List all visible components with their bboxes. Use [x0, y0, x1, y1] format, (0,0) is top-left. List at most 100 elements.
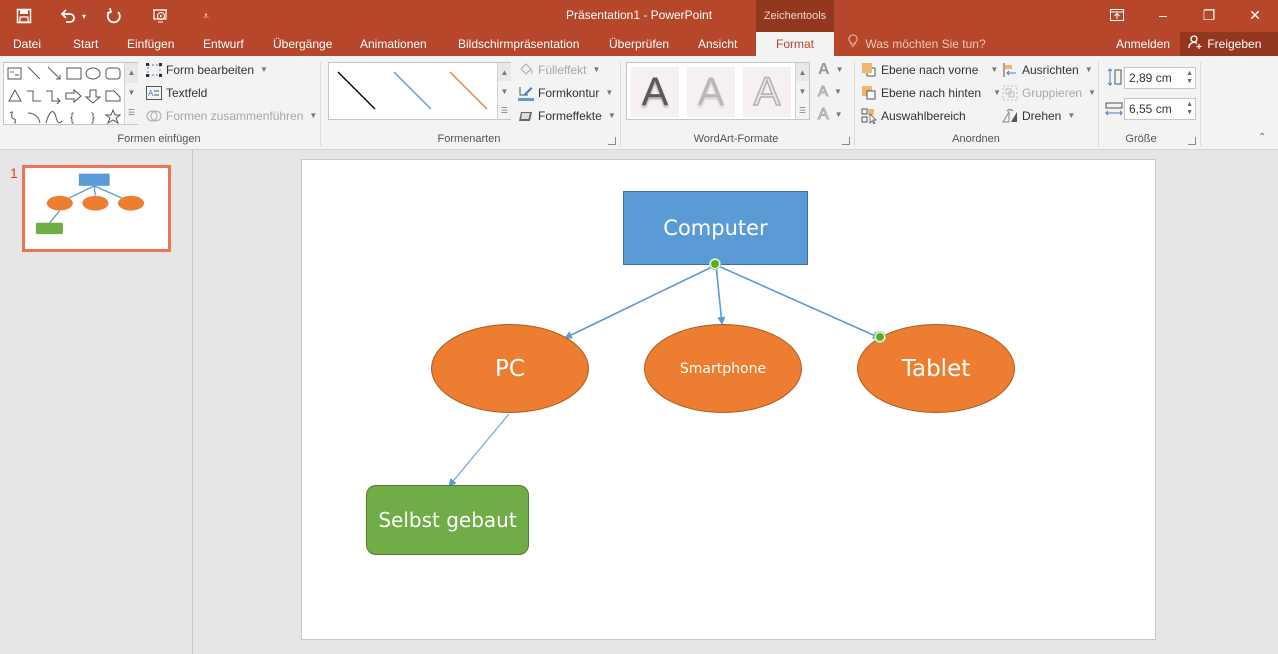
sign-in-link[interactable]: Anmelden — [1116, 32, 1170, 56]
shape-width-input[interactable]: 6,55 cm ▲ ▼ — [1124, 98, 1196, 120]
text-outline-button[interactable]: A ▼ — [817, 82, 841, 102]
ribbon-display-options-icon[interactable] — [1094, 0, 1140, 30]
tab-start[interactable]: Start — [73, 32, 98, 56]
spin-up-icon[interactable]: ▲ — [1186, 70, 1193, 78]
align-icon — [1002, 62, 1018, 78]
share-button[interactable]: Freigeben — [1180, 32, 1278, 56]
gallery-more-icon[interactable]: ☰ — [125, 103, 138, 123]
line-style-orange — [449, 71, 488, 110]
wordart-scrollbar[interactable]: ▲ ▼ ☰ — [795, 63, 809, 119]
tab-ueberpruefen[interactable]: Überprüfen — [609, 32, 669, 56]
wordart-style-light[interactable]: A — [687, 67, 735, 117]
spin-up-icon[interactable]: ▲ — [1186, 101, 1193, 109]
shape-height-input[interactable]: 2,89 cm ▲ ▼ — [1124, 67, 1196, 89]
send-backward-button[interactable]: Ebene nach hinten ▼ — [861, 83, 1001, 103]
shapes-gallery-scrollbar[interactable]: ▲ ▼ ☰ — [124, 63, 138, 124]
bring-forward-button[interactable]: Ebene nach vorne ▼ — [861, 60, 998, 80]
slide-thumbnail[interactable] — [22, 165, 171, 252]
edit-shape-button[interactable]: Form bearbeiten ▼ — [146, 60, 268, 80]
gallery-up-icon[interactable]: ▲ — [796, 63, 809, 81]
align-button[interactable]: Ausrichten ▼ — [1002, 60, 1093, 80]
group-label-wordart: WordArt-Formate — [693, 133, 779, 145]
chevron-down-icon: ▼ — [309, 111, 318, 120]
group-label-arrange: Anordnen — [952, 133, 1000, 145]
shapes-gallery[interactable]: { } ▲ ▼ ☰ — [3, 62, 138, 125]
svg-text:A: A — [148, 89, 154, 98]
connector-end-handle[interactable] — [875, 332, 885, 342]
node-tablet-label: Tablet — [901, 355, 971, 382]
shape-outline-button[interactable]: Formkontur ▼ — [518, 83, 613, 103]
tab-ansicht[interactable]: Ansicht — [698, 32, 737, 56]
slide-number: 1 — [10, 165, 18, 181]
minimize-button[interactable]: – — [1140, 0, 1186, 30]
merge-shapes-icon — [146, 108, 162, 124]
close-button[interactable]: ✕ — [1232, 0, 1278, 30]
selection-pane-button[interactable]: Auswahlbereich — [861, 106, 966, 126]
tab-datei[interactable]: Datei — [13, 32, 41, 56]
rotate-label: Drehen — [1022, 109, 1062, 123]
merge-shapes-button[interactable]: Formen zusammenführen ▼ — [146, 106, 317, 126]
shape-effects-icon — [518, 108, 534, 124]
node-selbst-gebaut[interactable]: Selbst gebaut — [366, 485, 529, 555]
tab-einfuegen[interactable]: Einfügen — [127, 32, 174, 56]
text-fill-button[interactable]: A ▼ — [818, 60, 843, 80]
shape-fill-button[interactable]: Fülleffekt ▼ — [518, 60, 600, 80]
wordart-gallery[interactable]: A A A ▲ ▼ ☰ — [626, 62, 810, 120]
text-box-icon: A — [146, 85, 162, 101]
shape-styles-scrollbar[interactable]: ▲ ▼ ☰ — [497, 63, 511, 119]
restore-button[interactable]: ❐ — [1186, 0, 1232, 30]
wordart-style-dark[interactable]: A — [631, 67, 679, 117]
chevron-down-icon: ▼ — [993, 88, 1002, 97]
shape-styles-gallery[interactable]: ▲ ▼ ☰ — [328, 62, 511, 120]
node-computer-label: Computer — [663, 216, 768, 240]
svg-text:}: } — [91, 110, 95, 124]
ribbon-tab-bar: Datei Start Einfügen Entwurf Übergänge A… — [0, 32, 1278, 56]
text-outline-icon: A — [817, 83, 829, 101]
group-label-shape-styles: Formenarten — [437, 133, 501, 145]
node-computer[interactable]: Computer — [623, 191, 808, 265]
chevron-down-icon: ▼ — [260, 65, 268, 74]
node-pc-label: PC — [495, 355, 525, 382]
selection-pane-label: Auswahlbereich — [881, 109, 966, 123]
gallery-down-icon[interactable]: ▼ — [125, 83, 138, 103]
chevron-down-icon: ▼ — [607, 111, 616, 120]
size-dialog-launcher-icon[interactable] — [1188, 137, 1196, 145]
lightbulb-icon — [848, 32, 862, 56]
node-smartphone[interactable]: Smartphone — [644, 324, 802, 413]
chevron-down-icon: ▼ — [1088, 88, 1096, 97]
node-pc[interactable]: PC — [431, 324, 589, 413]
spin-down-icon[interactable]: ▼ — [1186, 109, 1193, 117]
collapse-ribbon-icon[interactable]: ⌃ — [1258, 132, 1266, 143]
wordart-style-outline[interactable]: A — [743, 67, 791, 117]
tell-me-search[interactable]: Was möchten Sie tun? — [848, 32, 986, 56]
group-button[interactable]: Gruppieren ▼ — [1002, 83, 1096, 103]
window-title: Präsentation1 - PowerPoint — [565, 8, 713, 22]
gallery-more-icon[interactable]: ☰ — [796, 101, 809, 119]
tab-animationen[interactable]: Animationen — [360, 32, 427, 56]
gallery-down-icon[interactable]: ▼ — [796, 82, 809, 100]
slide-thumbnail-pane: 1 — [0, 150, 193, 654]
tab-entwurf[interactable]: Entwurf — [203, 32, 244, 56]
group-objects-icon — [1002, 85, 1018, 101]
title-bar: ▾ ⩡ Präsentation1 - PowerPoint Zeichento… — [0, 0, 1278, 32]
person-add-icon — [1188, 33, 1204, 57]
chevron-down-icon: ▼ — [834, 110, 843, 119]
shape-styles-dialog-launcher-icon[interactable] — [608, 137, 616, 145]
selection-pane-icon — [861, 108, 877, 124]
gallery-up-icon[interactable]: ▲ — [498, 63, 511, 81]
wordart-dialog-launcher-icon[interactable] — [842, 137, 850, 145]
spin-down-icon[interactable]: ▼ — [1186, 78, 1193, 86]
slide-canvas[interactable]: Computer PC Smartphone Tablet Selbst geb… — [301, 159, 1156, 640]
text-effects-button[interactable]: A ▼ — [818, 105, 843, 125]
rotate-button[interactable]: Drehen ▼ — [1002, 106, 1075, 126]
gallery-more-icon[interactable]: ☰ — [498, 101, 511, 119]
tab-uebergaenge[interactable]: Übergänge — [273, 32, 332, 56]
gallery-up-icon[interactable]: ▲ — [125, 63, 138, 83]
connector-start-handle[interactable] — [710, 259, 720, 269]
tab-bildschirmpraesentation[interactable]: Bildschirmpräsentation — [458, 32, 579, 56]
gallery-down-icon[interactable]: ▼ — [498, 82, 511, 100]
text-box-button[interactable]: A Textfeld — [146, 83, 207, 103]
tab-format[interactable]: Format — [756, 32, 834, 56]
chevron-down-icon: ▼ — [605, 88, 614, 97]
shape-effects-button[interactable]: Formeffekte ▼ — [518, 106, 616, 126]
